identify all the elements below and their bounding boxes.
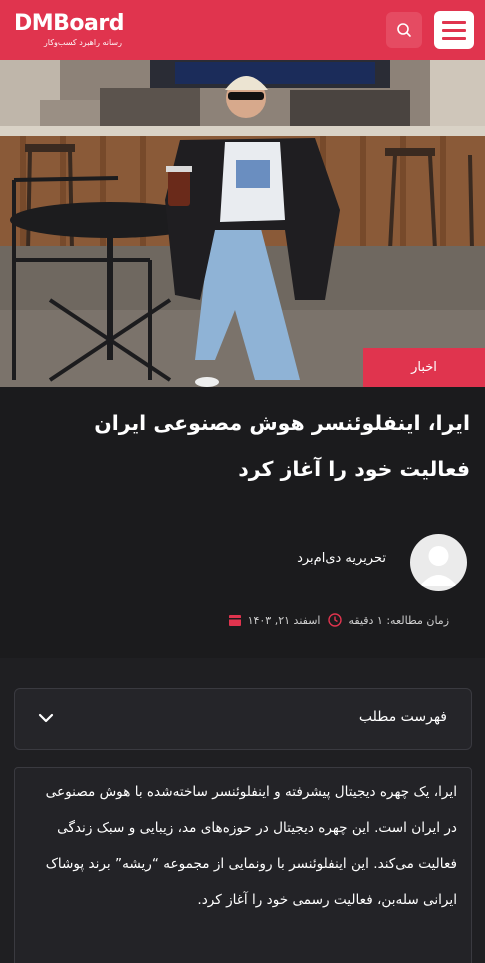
hamburger-menu-button[interactable] bbox=[434, 11, 474, 49]
hero-photo bbox=[0, 60, 485, 387]
excerpt-text: ایرا، یک چهره دیجیتال پیشرفته و اینفلوئن… bbox=[45, 784, 457, 908]
article-title: ایرا، اینفلوئنسر هوش مصنوعی ایران فعالیت… bbox=[94, 411, 470, 481]
article-hero-image bbox=[0, 60, 485, 387]
read-time: زمان مطالعه: ۱ دقیقه bbox=[328, 613, 449, 627]
calendar-icon bbox=[228, 615, 241, 626]
site-logo[interactable]: DMBoard رسانه راهبرد کسب‌وکار bbox=[14, 10, 134, 52]
article-meta: اسفند ۲۱, ۱۴۰۳ زمان مطالعه: ۱ دقیقه bbox=[228, 613, 467, 627]
clock-icon bbox=[328, 613, 343, 627]
toc-label: فهرست مطلب bbox=[358, 709, 447, 725]
user-avatar-icon bbox=[420, 546, 457, 586]
table-of-contents-toggle[interactable]: فهرست مطلب bbox=[14, 688, 472, 750]
publish-date-text: اسفند ۲۱, ۱۴۰۳ bbox=[247, 613, 321, 627]
search-icon bbox=[397, 23, 411, 37]
logo-text: DMBoard bbox=[14, 11, 124, 36]
search-button[interactable] bbox=[386, 12, 422, 48]
site-header: DMBoard رسانه راهبرد کسب‌وکار bbox=[0, 0, 485, 60]
read-time-text: زمان مطالعه: ۱ دقیقه bbox=[348, 613, 449, 627]
article-excerpt: ایرا، یک چهره دیجیتال پیشرفته و اینفلوئن… bbox=[14, 767, 472, 963]
hamburger-menu-icon bbox=[442, 20, 466, 24]
publish-date: اسفند ۲۱, ۱۴۰۳ bbox=[228, 613, 321, 627]
author-name[interactable]: تحریریه دی‌ام‌برد bbox=[297, 551, 386, 566]
logo-tagline: رسانه راهبرد کسب‌وکار bbox=[43, 38, 122, 47]
category-badge[interactable]: اخبار bbox=[363, 348, 485, 387]
chevron-down-icon bbox=[38, 713, 54, 723]
author-avatar[interactable] bbox=[410, 534, 467, 591]
